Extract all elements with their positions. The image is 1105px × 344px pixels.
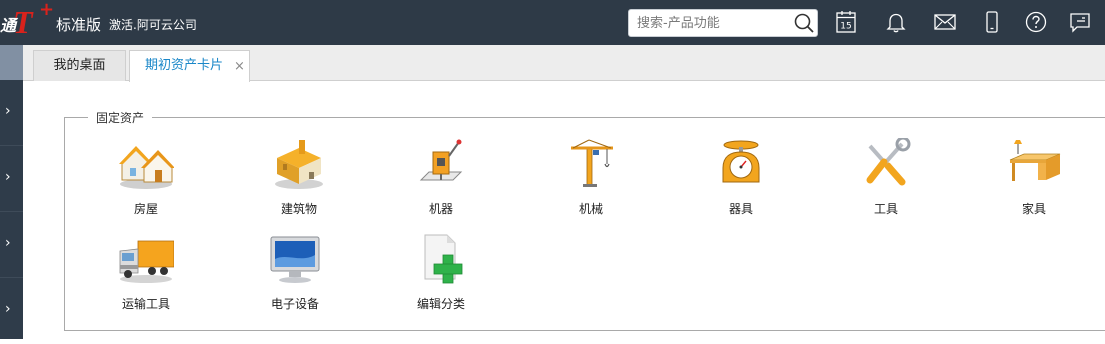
- sidebar-item-3[interactable]: ›: [0, 212, 23, 278]
- logo-t: T: [13, 4, 33, 40]
- message-icon[interactable]: [1068, 10, 1092, 34]
- tab-strip: 我的桌面 期初资产卡片 ×: [23, 45, 1105, 82]
- asset-label: 编辑分类: [416, 297, 465, 311]
- truck-icon: [119, 240, 174, 283]
- asset-label: 家具: [1021, 202, 1046, 216]
- sidebar-item-2[interactable]: ›: [0, 146, 23, 212]
- building-icon: [275, 140, 323, 189]
- asset-transport[interactable]: 运输工具: [96, 233, 196, 313]
- sidebar: › › › ›: [0, 45, 23, 339]
- mobile-icon[interactable]: [980, 10, 1004, 34]
- chevron-right-icon: ›: [5, 103, 11, 119]
- mail-icon[interactable]: [933, 10, 957, 34]
- search-icon[interactable]: [793, 12, 815, 34]
- sidebar-top-block[interactable]: [0, 45, 23, 80]
- close-tab-icon[interactable]: ×: [234, 52, 245, 81]
- tab-opening-asset-card[interactable]: 期初资产卡片 ×: [129, 50, 250, 82]
- asset-label: 房屋: [133, 202, 158, 216]
- monitor-icon: [270, 236, 320, 283]
- asset-houses[interactable]: 房屋: [96, 138, 196, 218]
- asset-label: 建筑物: [280, 202, 317, 216]
- machine-icon: [419, 139, 463, 181]
- group-legend: 固定资产: [88, 109, 153, 126]
- asset-label: 运输工具: [121, 297, 170, 311]
- activate-company-link[interactable]: 激活.阿可云公司: [109, 16, 197, 33]
- sidebar-item-4[interactable]: ›: [0, 278, 23, 344]
- search-input[interactable]: [637, 14, 787, 32]
- search-box[interactable]: [628, 9, 818, 37]
- sidebar-item-1[interactable]: ›: [0, 80, 23, 146]
- asset-label: 机器: [428, 202, 453, 216]
- asset-tools[interactable]: 工具: [836, 138, 936, 218]
- asset-edit-category[interactable]: 编辑分类: [391, 233, 491, 313]
- houses-icon: [119, 146, 174, 189]
- desk-icon: [1009, 140, 1061, 181]
- tab-my-desktop[interactable]: 我的桌面: [33, 50, 126, 81]
- asset-label: 电子设备: [270, 297, 319, 311]
- asset-label: 工具: [873, 202, 898, 216]
- tools-icon: [866, 138, 911, 186]
- asset-furniture[interactable]: 家具: [984, 138, 1084, 218]
- chevron-right-icon: ›: [5, 301, 11, 317]
- crane-icon: [571, 139, 613, 187]
- calendar-icon[interactable]: 15: [834, 10, 858, 34]
- bell-icon[interactable]: [884, 10, 908, 34]
- asset-scale[interactable]: 器具: [691, 138, 791, 218]
- help-icon[interactable]: [1024, 10, 1048, 34]
- asset-machine[interactable]: 机器: [391, 138, 491, 218]
- asset-building[interactable]: 建筑物: [249, 138, 349, 218]
- asset-electronics[interactable]: 电子设备: [245, 233, 345, 313]
- scale-icon: [722, 140, 760, 183]
- calendar-day-text: 15: [840, 22, 851, 32]
- add-category-icon: [424, 234, 463, 284]
- asset-label: 机械: [578, 202, 603, 216]
- top-bar: 通 T + 标准版 激活.阿可云公司 15: [0, 0, 1105, 45]
- logo-plus: +: [39, 0, 55, 20]
- tab-label: 期初资产卡片: [145, 58, 224, 73]
- edition-label: 标准版: [56, 16, 102, 34]
- asset-label: 器具: [728, 202, 753, 216]
- chevron-right-icon: ›: [5, 169, 11, 185]
- chevron-right-icon: ›: [5, 235, 11, 251]
- asset-crane[interactable]: 机械: [541, 138, 641, 218]
